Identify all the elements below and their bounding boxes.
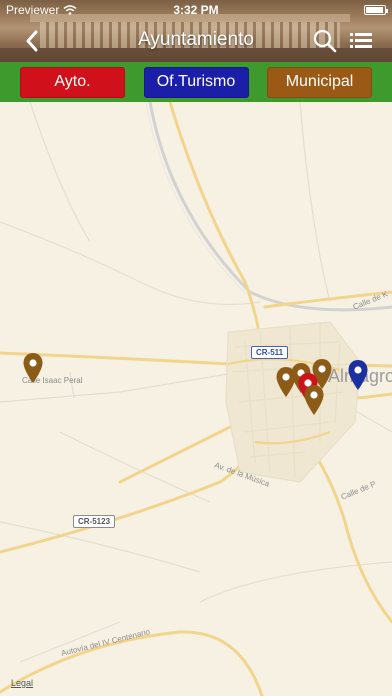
back-button[interactable]	[18, 28, 46, 54]
map-pin-turismo[interactable]	[347, 359, 369, 391]
wifi-icon	[63, 5, 77, 15]
nav-bar: Ayuntamiento	[0, 20, 392, 62]
battery-icon	[364, 5, 388, 15]
filter-municipal-button[interactable]: Municipal	[267, 66, 372, 98]
list-button[interactable]	[348, 28, 374, 54]
filter-bar: Ayto. Of.Turismo Municipal	[0, 62, 392, 102]
list-icon	[350, 33, 372, 48]
map-view[interactable]: Calle de K Calle Isaac Peral Av. de la M…	[0, 102, 392, 696]
filter-turismo-button[interactable]: Of.Turismo	[143, 66, 249, 98]
chevron-left-icon	[26, 30, 38, 52]
map-roads	[0, 102, 392, 696]
carrier-label: Previewer	[6, 3, 60, 17]
status-time: 3:32 PM	[173, 3, 219, 17]
filter-ayto-button[interactable]: Ayto.	[20, 66, 125, 98]
road-shield: CR-5123	[73, 515, 116, 528]
road-shield: CR-511	[251, 346, 289, 359]
map-pin-municipal[interactable]	[303, 384, 325, 416]
legal-link[interactable]: Legal	[11, 678, 33, 688]
search-icon	[313, 29, 337, 53]
search-button[interactable]	[312, 28, 338, 54]
status-bar: Previewer 3:32 PM	[0, 0, 392, 20]
map-pin-municipal[interactable]	[22, 352, 44, 384]
